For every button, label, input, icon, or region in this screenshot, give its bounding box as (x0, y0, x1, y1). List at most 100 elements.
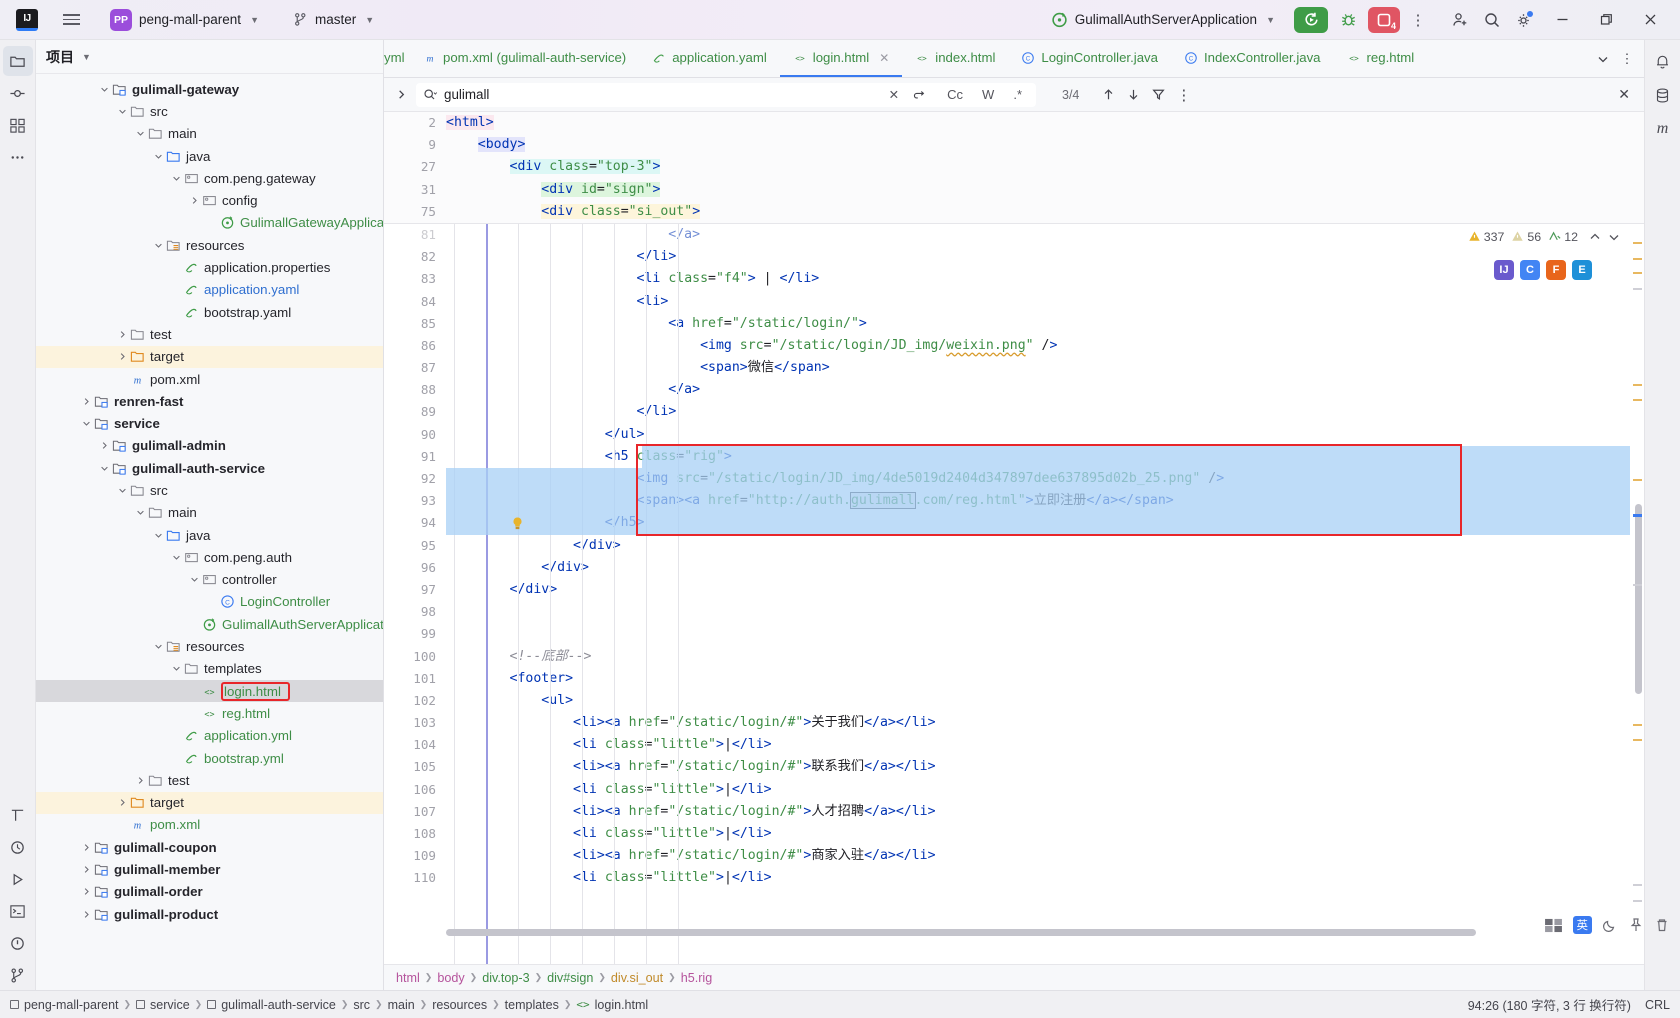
code-line[interactable]: <ul> (446, 690, 1630, 712)
chevron-down-icon[interactable] (172, 664, 181, 673)
tree-item-gulimallgatewayapplication[interactable]: GulimallGatewayApplication (36, 212, 383, 234)
find-input[interactable]: gulimall (444, 87, 879, 102)
minimize-button[interactable] (1540, 1, 1584, 39)
breadcrumb-item[interactable]: div#sign (547, 971, 593, 985)
tree-item-application-yaml[interactable]: application.yaml (36, 279, 383, 301)
tree-item-target[interactable]: target (36, 791, 383, 814)
code-line[interactable]: </a> (446, 224, 1630, 246)
tree-item-bootstrap-yaml[interactable]: bootstrap.yaml (36, 301, 383, 323)
line-number[interactable]: 106 (384, 779, 436, 801)
tree-item-gulimall-admin[interactable]: gulimall-admin (36, 435, 383, 457)
inspection-collapse-icon[interactable] (1589, 231, 1601, 243)
line-number[interactable]: 85 (384, 313, 436, 335)
line-number[interactable]: 94 (384, 512, 436, 534)
line-number[interactable]: 102 (384, 690, 436, 712)
line-number[interactable]: 103 (384, 712, 436, 734)
find-clear-icon[interactable]: ✕ (886, 87, 902, 102)
editor-breadcrumb[interactable]: html ❯ body ❯ div.top-3 ❯ div#sign ❯ div.si_out ❯… (384, 964, 1644, 990)
line-number[interactable]: 84 (384, 291, 436, 313)
code-line[interactable]: </div> (446, 579, 1630, 601)
status-path-item[interactable]: <> login.html (576, 998, 648, 1012)
tree-item-resources[interactable]: resources (36, 234, 383, 256)
chevron-right-icon[interactable] (118, 330, 127, 339)
tree-expander[interactable] (152, 152, 165, 161)
rerun-button[interactable] (1294, 6, 1328, 33)
vertical-scrollbar-thumb[interactable] (1635, 503, 1642, 694)
tree-item-login-html[interactable]: <> login.html (36, 680, 383, 703)
tree-expander[interactable] (116, 798, 129, 807)
tree-expander[interactable] (170, 664, 183, 673)
run-more-button[interactable]: ⋮ (1406, 7, 1430, 33)
tree-item-test[interactable]: test (36, 323, 383, 345)
chevron-down-icon[interactable] (172, 174, 181, 183)
find-next-button[interactable] (1126, 87, 1141, 102)
tree-expander[interactable] (188, 196, 201, 205)
sticky-line[interactable]: 31 <div id="sign"> (384, 179, 1644, 201)
sidebar-item-structure[interactable] (3, 110, 33, 140)
chrome-preview-icon[interactable]: C (1520, 259, 1540, 280)
warnings-count[interactable]: 337 (1468, 230, 1504, 244)
caret-position[interactable]: 94:26 (180 字符, 3 行 换行符) (1468, 995, 1631, 1014)
status-path-item[interactable]: peng-mall-parent (10, 998, 119, 1012)
tree-expander[interactable] (80, 887, 93, 896)
tree-expander[interactable] (98, 85, 111, 94)
line-number[interactable]: 90 (384, 424, 436, 446)
chevron-right-icon[interactable] (82, 843, 91, 852)
tabs-overflow-button[interactable] (1592, 47, 1614, 71)
line-number[interactable]: 104 (384, 734, 436, 756)
chevron-right-icon[interactable] (82, 397, 91, 406)
code-line[interactable]: </li> (446, 246, 1630, 268)
code-line[interactable]: <li class="little">|</li> (446, 823, 1630, 845)
code-line[interactable]: </li> (446, 401, 1630, 423)
tree-item-logincontroller[interactable]: C LoginController (36, 591, 383, 613)
chevron-down-icon[interactable] (154, 241, 163, 250)
tree-expander[interactable] (170, 553, 183, 562)
inspection-expand-icon[interactable] (1608, 231, 1620, 243)
close-button[interactable] (1628, 1, 1672, 39)
find-history-icon[interactable] (909, 88, 929, 102)
chevron-down-icon[interactable] (154, 152, 163, 161)
tree-item-bootstrap-yml[interactable]: bootstrap.yml (36, 747, 383, 769)
tool-window-profiler[interactable] (3, 832, 33, 862)
line-number[interactable]: 93 (384, 490, 436, 512)
line-number[interactable]: 109 (384, 845, 436, 867)
chevron-down-icon[interactable] (154, 642, 163, 651)
line-number[interactable]: 107 (384, 801, 436, 823)
browser-preview-icons[interactable]: IJ C F E (1494, 259, 1592, 280)
editor-tab-indexcontroller-java[interactable]: C IndexController.java (1171, 40, 1334, 77)
chevron-right-icon[interactable] (118, 798, 127, 807)
chevron-right-icon[interactable] (136, 776, 145, 785)
find-more-button[interactable]: ⋮ (1176, 86, 1191, 104)
run-configuration-selector[interactable]: GulimallAuthServerApplication ▼ (1044, 7, 1282, 32)
code-line[interactable] (446, 601, 1630, 623)
tree-expander[interactable] (80, 419, 93, 428)
editor-tab-close-icon[interactable]: ✕ (879, 51, 889, 65)
find-expand-button[interactable] (390, 83, 412, 107)
ime-language-badge[interactable]: 英 (1572, 916, 1592, 934)
line-number[interactable]: 97 (384, 579, 436, 601)
chevron-down-icon[interactable] (100, 464, 109, 473)
status-path-item[interactable]: resources (432, 998, 487, 1012)
chevron-down-icon[interactable] (154, 531, 163, 540)
code-line[interactable]: <a href="/static/login/"> (446, 313, 1630, 335)
branch-selector[interactable]: master ▼ (287, 9, 380, 30)
line-number-gutter[interactable]: 81 82 83 84 85 86 87 88 89 90 91 92 93 94 95 96 97 98 99 10… (384, 224, 446, 964)
main-menu-button[interactable] (58, 7, 84, 33)
line-number[interactable]: 108 (384, 823, 436, 845)
tree-expander[interactable] (134, 508, 147, 517)
code-line[interactable]: <span>微信</span> (446, 357, 1630, 379)
line-separator[interactable]: CRL (1645, 998, 1670, 1012)
tree-item-controller[interactable]: controller (36, 569, 383, 591)
tree-expander[interactable] (80, 910, 93, 919)
chevron-down-icon[interactable] (118, 107, 127, 116)
tree-item-target[interactable]: target (36, 345, 383, 368)
tool-window-terminal[interactable] (3, 896, 33, 926)
tabs-options-button[interactable]: ⋮ (1616, 47, 1638, 71)
breadcrumb-item[interactable]: h5.rig (681, 971, 713, 985)
pin-icon[interactable] (1628, 917, 1644, 933)
tree-item-resources[interactable]: resources (36, 635, 383, 657)
sidebar-item-more[interactable] (3, 142, 33, 172)
chevron-down-icon[interactable] (118, 486, 127, 495)
line-number[interactable]: 87 (384, 357, 436, 379)
find-regex-toggle[interactable]: .* (1010, 87, 1025, 102)
